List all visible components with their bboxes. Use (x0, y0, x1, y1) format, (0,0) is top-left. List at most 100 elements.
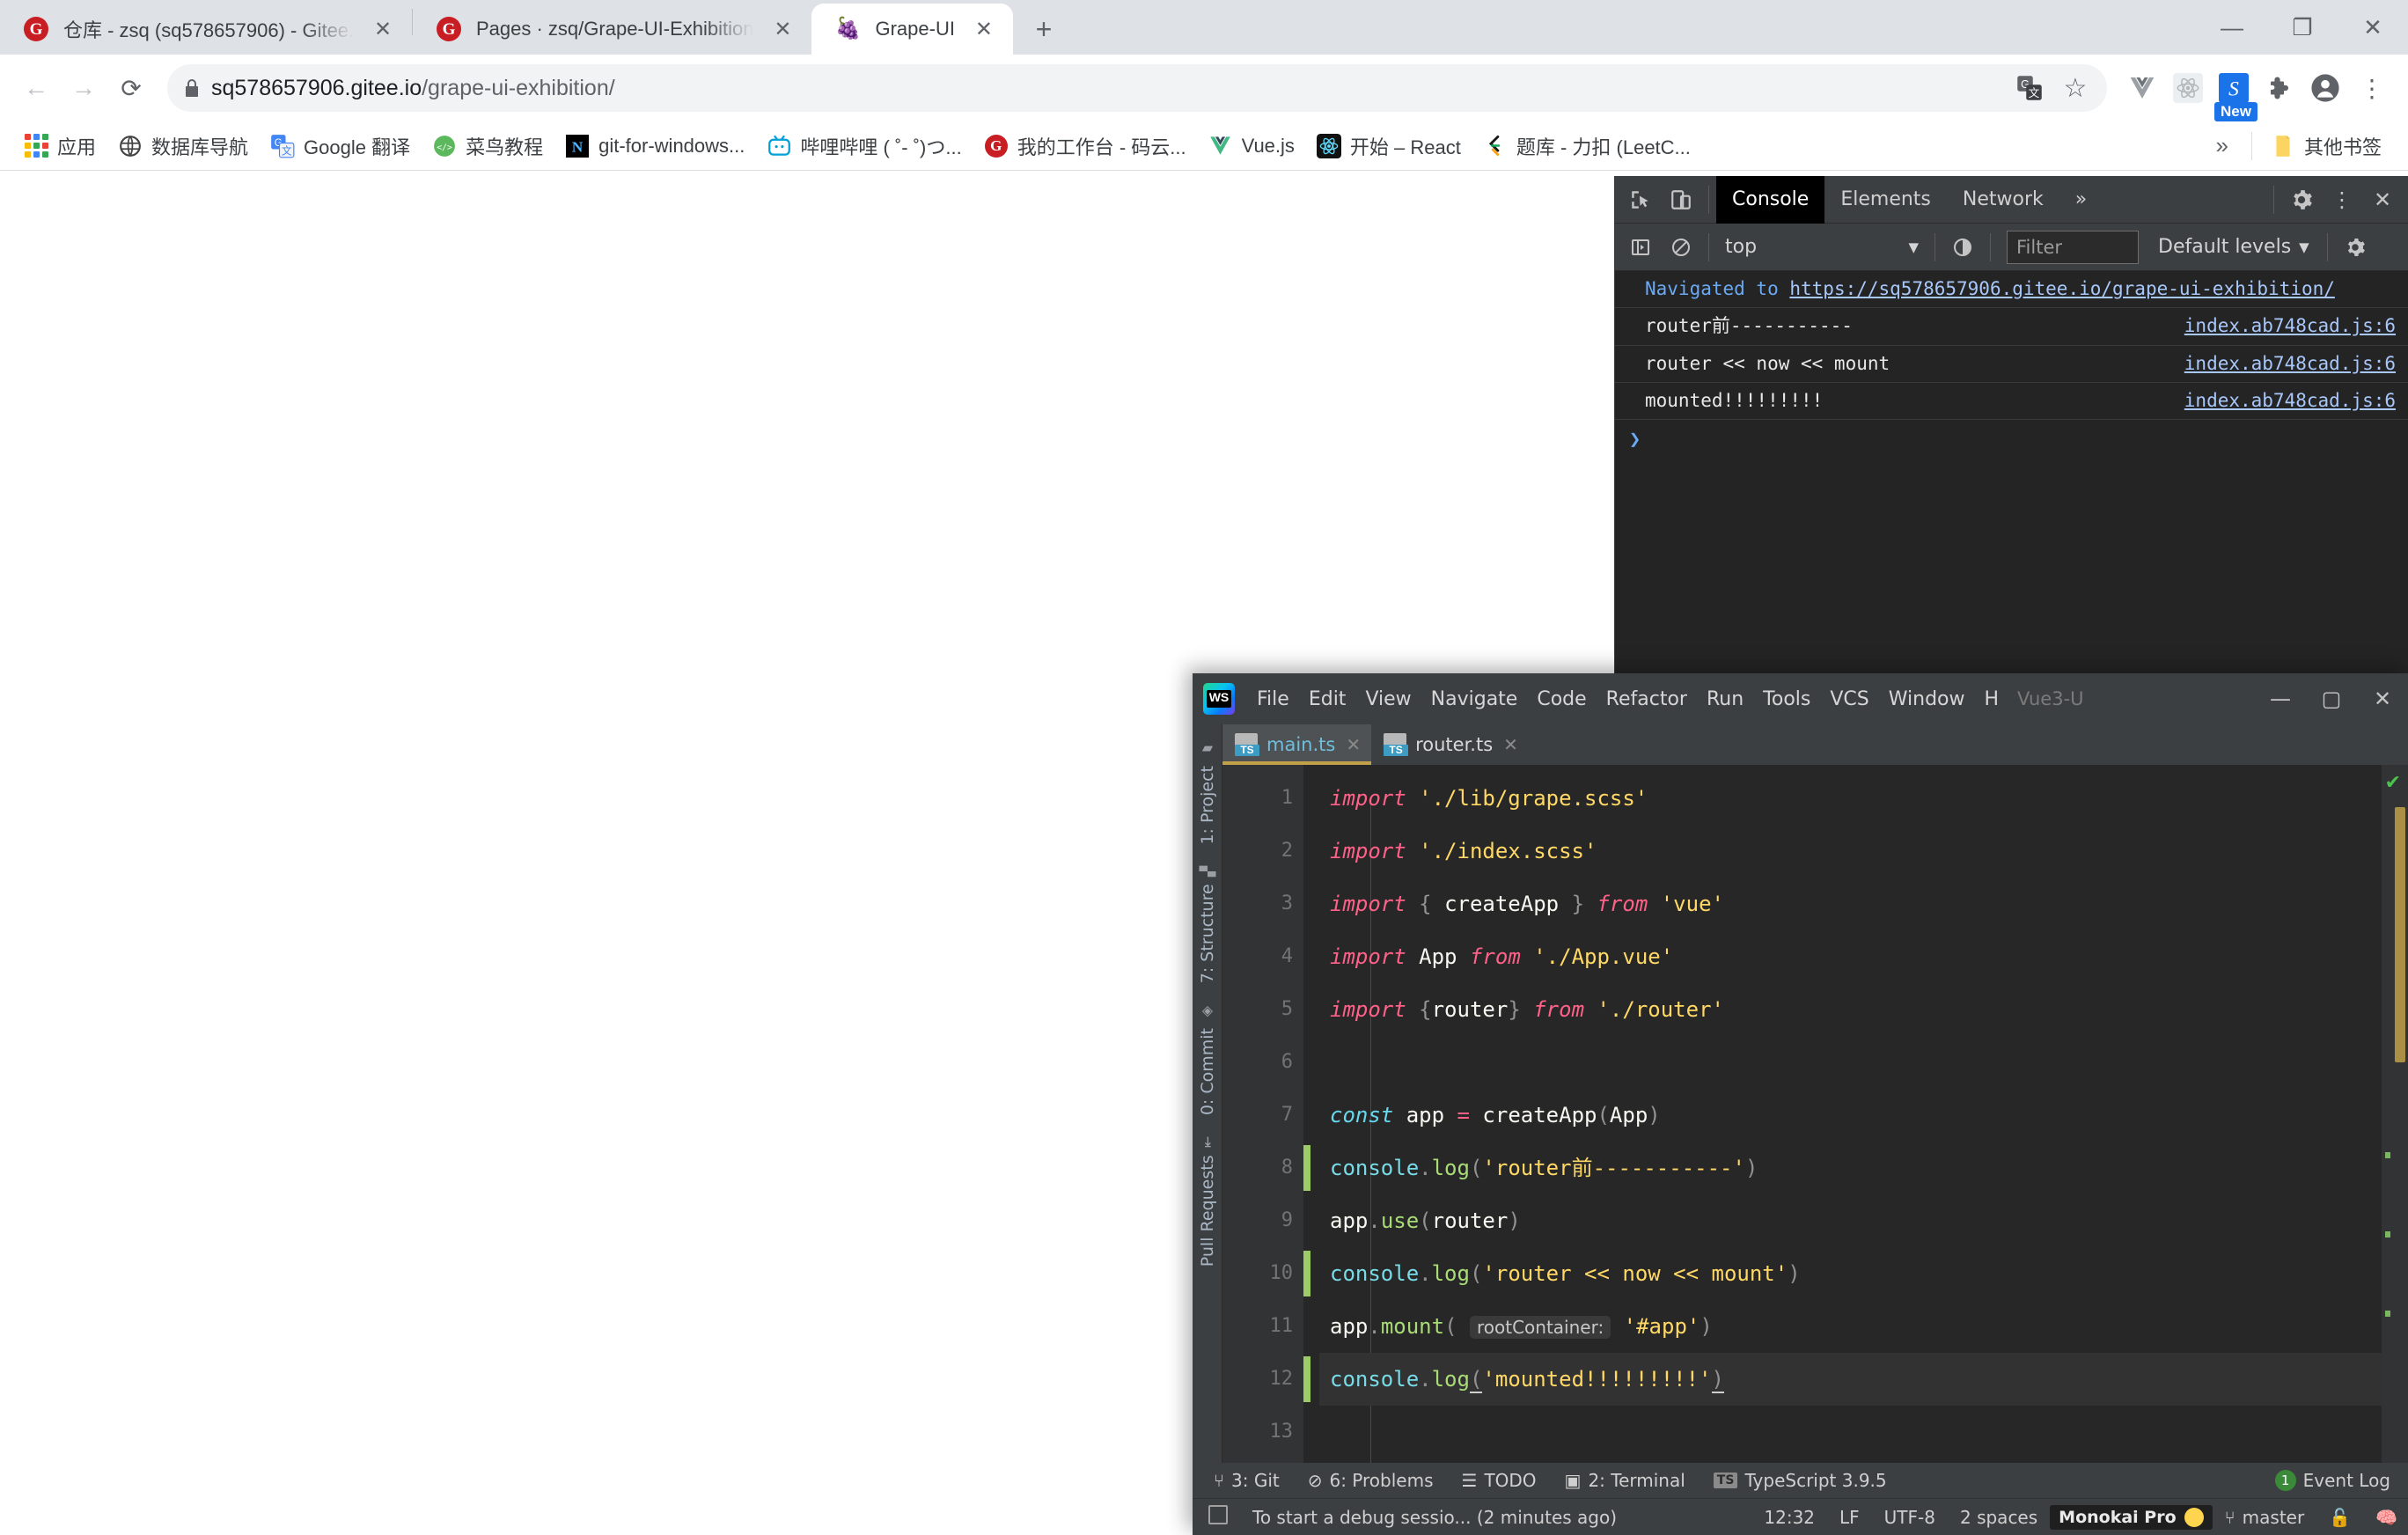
devtools-tab-network[interactable]: Network (1947, 176, 2059, 224)
console-message-navigation[interactable]: Navigated to https://sq578657906.gitee.i… (1615, 271, 2408, 308)
chrome-menu-icon[interactable]: ⋮ (2348, 64, 2396, 112)
tool-button-terminal[interactable]: ▣ 2: Terminal (1551, 1470, 1700, 1491)
sidebar-item-commit[interactable]: 0: Commit ◈ (1198, 994, 1217, 1126)
close-devtools-icon[interactable]: ✕ (2362, 180, 2403, 220)
tab-close-icon[interactable]: ✕ (370, 16, 396, 42)
back-icon[interactable]: ← (12, 64, 60, 112)
menu-file[interactable]: File (1247, 688, 1299, 710)
menu-view[interactable]: View (1355, 688, 1421, 710)
react-devtools-icon[interactable] (2165, 65, 2211, 111)
clear-console-icon[interactable] (1661, 227, 1701, 268)
editor-tab-close-icon[interactable]: ✕ (1346, 734, 1361, 755)
caret-position[interactable]: 12:32 (1751, 1507, 1827, 1528)
unlocked-icon[interactable]: 🔓 (2316, 1507, 2363, 1528)
live-expression-icon[interactable] (1942, 227, 1983, 268)
menu-refactor[interactable]: Refactor (1597, 688, 1697, 710)
chevron-right-icon[interactable]: » (2202, 132, 2243, 159)
bookmark-google-translate[interactable]: G文 Google 翻译 (261, 128, 419, 165)
editor-tab-router-ts[interactable]: router.ts ✕ (1371, 724, 1529, 765)
code-text-area[interactable]: import './lib/grape.scss' import './inde… (1303, 765, 2382, 1463)
indent-setting[interactable]: 2 spaces (1948, 1507, 2050, 1528)
browser-tab-1[interactable]: G 仓库 - zsq (sq578657906) - Gitee.com ✕ (0, 4, 412, 55)
maximize-restore-button[interactable]: ❐ (2267, 0, 2338, 55)
bookmark-gitee-workbench[interactable]: G 我的工作台 - 码云... (974, 128, 1195, 165)
minimize-button[interactable]: — (2197, 0, 2267, 55)
console-prompt[interactable]: ❯ (1615, 420, 2408, 459)
ide-minimize-button[interactable]: — (2255, 673, 2306, 724)
ide-maximize-button[interactable]: ▢ (2306, 673, 2357, 724)
menu-tools[interactable]: Tools (1753, 688, 1820, 710)
console-message-source[interactable]: index.ab748cad.js:6 (2184, 314, 2408, 338)
menu-window[interactable]: Window (1879, 688, 1975, 710)
line-separator[interactable]: LF (1827, 1507, 1872, 1528)
console-message-row[interactable]: router << now << mount index.ab748cad.js… (1615, 346, 2408, 383)
translate-icon[interactable]: G文 (2007, 65, 2052, 111)
forward-icon[interactable]: → (60, 64, 107, 112)
menu-vcs[interactable]: VCS (1820, 688, 1878, 710)
tool-button-typescript[interactable]: TS TypeScript 3.9.5 (1700, 1470, 1901, 1491)
browser-tab-2[interactable]: G Pages · zsq/Grape-UI-Exhibition ✕ (413, 4, 811, 55)
bookmark-apps[interactable]: 应用 (14, 128, 105, 165)
bookmark-star-icon[interactable]: ☆ (2052, 65, 2098, 111)
tool-button-todo[interactable]: ☰ TODO (1448, 1470, 1551, 1491)
editor-scrollbar[interactable]: ✔ (2382, 765, 2408, 1463)
branch-indicator[interactable]: ⑂ master (2213, 1507, 2317, 1528)
address-bar[interactable]: sq578657906.gitee.io/grape-ui-exhibition… (167, 64, 2107, 112)
gear-icon[interactable] (2281, 180, 2322, 220)
bookmark-runoob[interactable]: </> 菜鸟教程 (422, 128, 552, 165)
tab-close-icon[interactable]: ✕ (971, 16, 997, 42)
device-toolbar-icon[interactable] (1661, 180, 1701, 220)
menu-run[interactable]: Run (1697, 688, 1753, 710)
inspection-ok-icon[interactable]: ✔ (2385, 772, 2401, 794)
tab-close-icon[interactable]: ✕ (769, 16, 796, 42)
extensions-puzzle-icon[interactable] (2257, 65, 2302, 111)
console-message-source[interactable]: index.ab748cad.js:6 (2184, 352, 2408, 376)
menu-navigate[interactable]: Navigate (1421, 688, 1528, 710)
bookmark-vuejs[interactable]: Vue.js (1199, 129, 1303, 164)
sidebar-item-structure[interactable]: 7: Structure ▞ (1198, 856, 1217, 994)
other-bookmarks-button[interactable]: 其他书签 (2261, 128, 2390, 165)
bookmark-git-for-windows[interactable]: N git-for-windows... (555, 129, 753, 164)
kebab-menu-icon[interactable]: ⋮ (2322, 180, 2362, 220)
editor-tab-close-icon[interactable]: ✕ (1503, 734, 1518, 755)
theme-selector[interactable]: Monokai Pro (2050, 1505, 2212, 1530)
editor-tab-main-ts[interactable]: main.ts ✕ (1222, 724, 1371, 765)
code-editor[interactable]: 1 2 3 4 5 6 7 8 9 10 11 12 13 import './ (1222, 765, 2408, 1463)
tool-button-git[interactable]: ⑂ 3: Git (1200, 1470, 1294, 1491)
menu-code[interactable]: Code (1527, 688, 1596, 710)
bookmark-react[interactable]: 开始 – React (1307, 128, 1470, 165)
balloon-icon[interactable] (1200, 1505, 1240, 1529)
close-window-button[interactable]: ✕ (2338, 0, 2408, 55)
devtools-tab-console[interactable]: Console (1716, 176, 1824, 224)
bookmark-bilibili[interactable]: 哔哩哔哩 ( ˚- ˚)つ... (757, 128, 970, 165)
console-settings-icon[interactable] (2335, 227, 2375, 268)
scrollbar-thumb[interactable] (2395, 807, 2405, 1062)
console-message-source[interactable]: index.ab748cad.js:6 (2184, 389, 2408, 413)
console-filter-input[interactable]: Filter (2007, 231, 2139, 264)
profile-avatar-icon[interactable] (2302, 65, 2348, 111)
file-encoding[interactable]: UTF-8 (1872, 1507, 1948, 1528)
bookmark-db-nav[interactable]: 数据库导航 (108, 128, 257, 165)
ide-close-button[interactable]: ✕ (2357, 673, 2408, 724)
status-message[interactable]: To start a debug sessio... (2 minutes ag… (1240, 1507, 1629, 1528)
sidebar-item-project[interactable]: 1: Project ▰ (1198, 731, 1217, 856)
inspect-element-icon[interactable] (1620, 180, 1661, 220)
sidebar-item-pull-requests[interactable]: Pull Requests ⇤ (1198, 1126, 1217, 1277)
log-level-selector[interactable]: Default levels ▼ (2147, 236, 2320, 258)
new-tab-button[interactable]: + (1024, 9, 1064, 49)
editor-gutter[interactable]: 1 2 3 4 5 6 7 8 9 10 11 12 13 (1222, 765, 1303, 1463)
reload-icon[interactable]: ⟳ (107, 64, 155, 112)
menu-edit[interactable]: Edit (1299, 688, 1356, 710)
console-message-row[interactable]: router前----------- index.ab748cad.js:6 (1615, 308, 2408, 345)
show-console-sidebar-icon[interactable] (1620, 227, 1661, 268)
brain-icon[interactable]: 🧠 (2363, 1507, 2408, 1528)
devtools-tab-elements[interactable]: Elements (1824, 176, 1947, 224)
vue-devtools-icon[interactable] (2119, 65, 2165, 111)
console-message-row[interactable]: mounted!!!!!!!!! index.ab748cad.js:6 (1615, 383, 2408, 420)
tool-button-problems[interactable]: ⊘ 6: Problems (1294, 1470, 1448, 1491)
bookmark-leetcode[interactable]: 题库 - 力扣 (LeetC... (1473, 128, 1700, 165)
tool-button-event-log[interactable]: 1 Event Log (2261, 1470, 2404, 1491)
browser-tab-3[interactable]: 🍇 Grape-UI ✕ (811, 4, 1012, 55)
devtools-more-tabs-icon[interactable]: » (2059, 176, 2103, 224)
execution-context-selector[interactable]: top ▼ (1716, 236, 1927, 258)
